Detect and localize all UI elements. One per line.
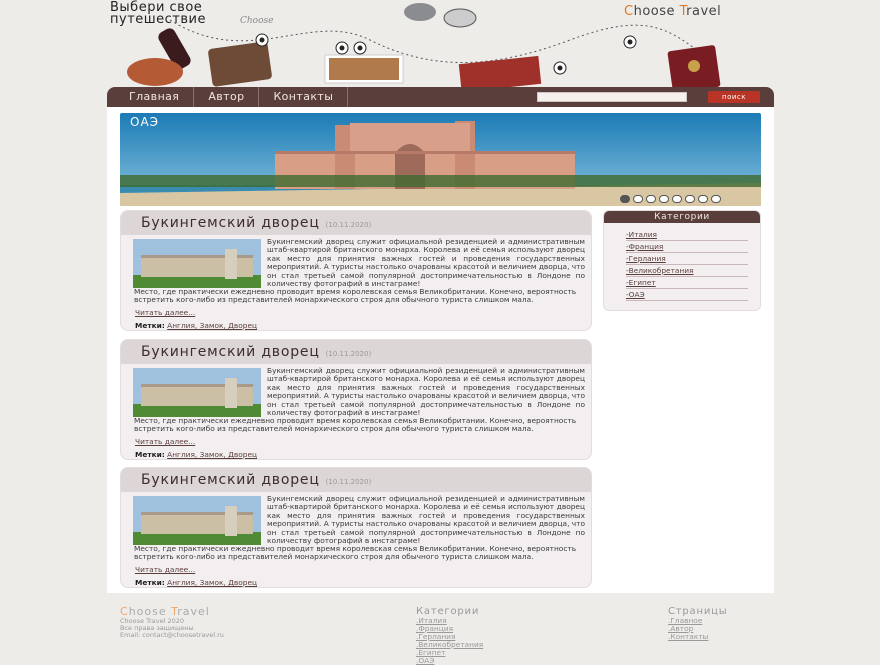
post-excerpt: Букингемский дворец служит официальной р… [267,237,585,289]
category-item-uae[interactable]: -ОАЭ [626,289,748,301]
brand-logo[interactable]: Choose Travel [624,4,721,19]
post-tags: Метки: Англия, Замок, Дворец [135,450,257,459]
read-more-link[interactable]: Читать далее... [135,565,195,574]
search-input[interactable] [537,92,687,102]
nav-item-home[interactable]: Главная [107,87,195,107]
post-excerpt: Букингемский дворец служит официальной р… [267,494,585,546]
post-title[interactable]: Букингемский дворец [141,340,320,364]
post-header: Букингемский дворец (10.11.2020) [121,340,591,364]
tag-links[interactable]: Англия, Замок, Дворец [167,578,257,587]
post-tags: Метки: Англия, Замок, Дворец [135,321,257,330]
read-more-link[interactable]: Читать далее... [135,308,195,317]
banner-label: ОАЭ [130,115,160,129]
post-title[interactable]: Букингемский дворец [141,468,320,492]
tags-label: Метки: [135,450,165,459]
tags-label: Метки: [135,578,165,587]
post-date: (10.11.2020) [325,350,372,358]
slider-dots [620,195,721,203]
categories-sidebar: Категории -Италия -Франция -Герлания -Ве… [603,210,761,311]
slider-dot-4[interactable] [659,195,669,203]
post-card: Букингемский дворец (10.11.2020) Букинге… [120,467,592,588]
header: Выбери свое путешествие Choose Choose Tr… [0,0,880,92]
category-item-egypt[interactable]: -Египет [626,277,748,289]
post-excerpt-continued: Место, где практически ежедневно проводи… [134,416,577,434]
slider-dot-3[interactable] [646,195,656,203]
read-more-link[interactable]: Читать далее... [135,437,195,446]
post-date: (10.11.2020) [325,221,372,229]
post-excerpt-continued: Место, где практически ежедневно проводи… [134,287,577,305]
category-item-germany[interactable]: -Герлания [626,253,748,265]
slider-dot-2[interactable] [633,195,643,203]
footer-pages: Страницы .Главное .Автор .Контакты [668,606,727,641]
slider-dot-1[interactable] [620,195,630,203]
post-header: Букингемский дворец (10.11.2020) [121,211,591,235]
category-item-italy[interactable]: -Италия [626,229,748,241]
slider-dot-8[interactable] [711,195,721,203]
post-card: Букингемский дворец (10.11.2020) Букинге… [120,339,592,460]
post-thumbnail[interactable] [133,239,261,288]
post-header: Букингемский дворец (10.11.2020) [121,468,591,492]
tag-links[interactable]: Англия, Замок, Дворец [167,450,257,459]
post-excerpt-continued: Место, где практически ежедневно проводи… [134,544,577,562]
tags-label: Метки: [135,321,165,330]
post-card: Букингемский дворец (10.11.2020) Букинге… [120,210,592,331]
post-tags: Метки: Англия, Замок, Дворец [135,578,257,587]
category-list: -Италия -Франция -Герлания -Великобретан… [604,223,760,301]
category-item-france[interactable]: -Франция [626,241,748,253]
post-date: (10.11.2020) [325,478,372,486]
post-thumbnail[interactable] [133,496,261,545]
post-title[interactable]: Букингемский дворец [141,211,320,235]
post-excerpt: Букингемский дворец служит официальной р… [267,366,585,418]
banner-slider[interactable]: ОАЭ [120,113,761,206]
footer-email: Email: contact@choosetravel.ru [120,631,224,639]
nav-item-author[interactable]: Автор [194,87,260,107]
nav-item-contacts[interactable]: Контакты [259,87,349,107]
footer-categories: Категории .Италия .Франция .Герлания .Ве… [416,606,483,665]
banner-image [120,113,761,206]
slider-dot-5[interactable] [672,195,682,203]
main-navbar: Главная Автор Контакты поиск [107,87,774,107]
footer-link-contacts[interactable]: .Контакты [668,633,727,641]
category-item-britain[interactable]: -Великобретания [626,265,748,277]
tag-links[interactable]: Англия, Замок, Дворец [167,321,257,330]
search-button[interactable]: поиск [708,91,760,103]
footer-link-uae[interactable]: .ОАЭ [416,657,483,665]
slider-dot-7[interactable] [698,195,708,203]
slider-dot-6[interactable] [685,195,695,203]
sidebar-title: Категории [604,211,760,223]
post-thumbnail[interactable] [133,368,261,417]
